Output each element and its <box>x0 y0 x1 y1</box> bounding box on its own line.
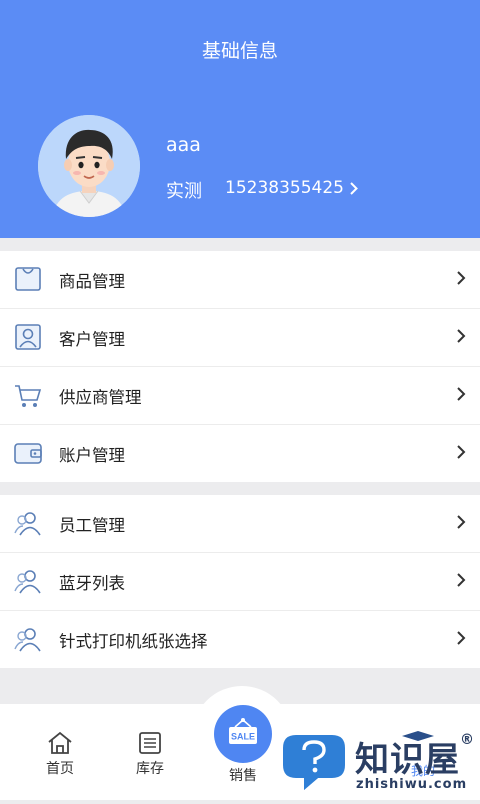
shopping-cart-icon <box>15 385 42 407</box>
watermark-text: 知识屋® <box>355 732 475 781</box>
menu-item-goods[interactable]: 商品管理 <box>0 251 480 309</box>
chevron-right-icon <box>457 573 466 587</box>
menu-item-staff[interactable]: 员工管理 <box>0 495 480 553</box>
tab-label-sales: 销售 <box>229 768 257 784</box>
sale-badge-text: SALE <box>231 732 255 742</box>
chevron-right-icon <box>457 445 466 459</box>
menu-label: 客户管理 <box>59 329 125 349</box>
tab-inventory[interactable]: 库存 <box>120 730 180 778</box>
chevron-right-icon <box>457 387 466 401</box>
watermark-reg: ® <box>460 732 475 748</box>
shopping-bag-icon <box>15 267 41 291</box>
menu-item-printer-paper[interactable]: 针式打印机纸张选择 <box>0 611 480 668</box>
phone-number: 15238355425 <box>225 178 344 198</box>
menu-label: 商品管理 <box>59 271 125 291</box>
wallet-icon <box>14 443 42 464</box>
home-icon <box>48 731 72 754</box>
list-icon <box>139 732 161 754</box>
tab-label: 首页 <box>46 761 74 777</box>
menu-label: 账户管理 <box>59 445 125 465</box>
menu-group-management: 商品管理 客户管理 供应商管理 账户管理 <box>0 251 480 482</box>
watermark-brand: 知识屋 <box>355 740 460 780</box>
tab-label: 库存 <box>136 761 164 777</box>
users-icon <box>14 512 41 536</box>
menu-label: 针式打印机纸张选择 <box>59 631 208 651</box>
watermark-domain: zhishiwu.com <box>356 777 468 792</box>
users-icon <box>14 628 41 652</box>
chevron-right-icon <box>457 631 466 645</box>
menu-item-customers[interactable]: 客户管理 <box>0 309 480 367</box>
menu-group-settings: 员工管理 蓝牙列表 针式打印机纸张选择 <box>0 495 480 668</box>
sale-tag-icon: SALE <box>229 718 257 744</box>
menu-item-suppliers[interactable]: 供应商管理 <box>0 367 480 425</box>
username: aaa <box>166 134 201 156</box>
menu-label: 供应商管理 <box>59 387 142 407</box>
user-role: 实测 <box>166 181 202 202</box>
menu-item-accounts[interactable]: 账户管理 <box>0 425 480 482</box>
menu-label: 蓝牙列表 <box>59 573 125 593</box>
menu-label: 员工管理 <box>59 515 125 535</box>
avatar-illustration <box>38 115 140 217</box>
chevron-right-icon <box>457 515 466 529</box>
tab-sales-button[interactable]: SALE <box>214 705 272 763</box>
chevron-right-icon <box>457 271 466 285</box>
users-icon <box>14 570 41 594</box>
profile-header: 基础信息 aaa 实测 15238355425 <box>0 0 480 238</box>
user-phone[interactable]: 15238355425 <box>225 178 358 198</box>
chevron-right-icon <box>457 329 466 343</box>
customer-id-icon <box>15 324 41 350</box>
avatar[interactable] <box>38 115 140 217</box>
page-title: 基础信息 <box>201 40 278 62</box>
menu-item-bluetooth[interactable]: 蓝牙列表 <box>0 553 480 611</box>
chevron-right-icon <box>350 181 358 195</box>
tab-home[interactable]: 首页 <box>30 730 90 778</box>
